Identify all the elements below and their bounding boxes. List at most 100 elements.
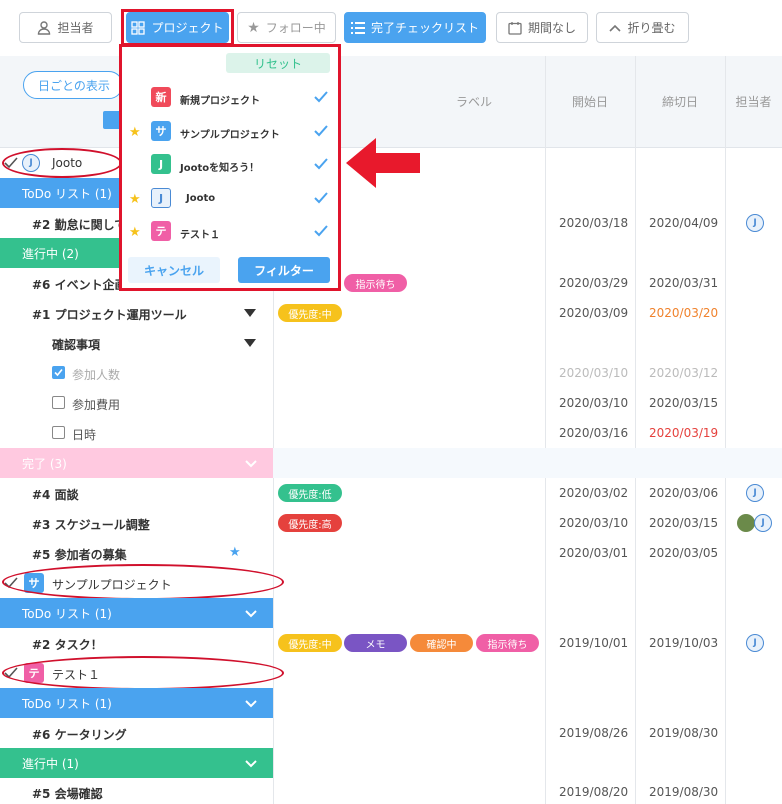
column-label-text: ラベル (455, 95, 492, 109)
group-header-in-progress[interactable]: 進行中 (1) (0, 748, 273, 778)
checklist-item[interactable]: 日時 2020/03/16 2020/03/19 (0, 418, 782, 448)
end-date: 2020/04/09 (649, 216, 719, 230)
project-name: Jootoを知ろう！ (180, 163, 260, 174)
tag-awaiting[interactable]: 指示待ち (476, 634, 539, 652)
end-date: 2020/03/06 (649, 486, 719, 500)
assignee-filter-button[interactable]: 担当者 (19, 12, 112, 43)
star-icon: ★ (129, 192, 141, 207)
assignee-filter-label: 担当者 (57, 21, 94, 35)
checklist-title: 確認事項 (52, 338, 101, 352)
assignee-avatar[interactable]: J (746, 214, 764, 232)
table-row[interactable]: #1 プロジェクト運用ツール 優先度:中 2020/03/09 2020/03/… (0, 298, 782, 328)
calendar-icon (508, 21, 522, 35)
done-row-shade (273, 448, 782, 478)
following-filter-button[interactable]: ★ フォロー中 (237, 12, 336, 43)
end-date: 2020/03/12 (649, 366, 719, 380)
start-date: 2020/03/10 (559, 396, 629, 410)
assignee-avatar[interactable]: J (754, 514, 772, 532)
project-badge: J (151, 188, 171, 208)
dropdown-item-new-project[interactable]: 新 新規プロジェクト (122, 85, 338, 113)
collapse-label: 折り畳む (627, 21, 676, 35)
table-row[interactable]: #2 タスク！ 優先度:中 メモ 確認中 指示待ち 2019/10/01 201… (0, 628, 782, 658)
filter-button[interactable]: フィルター (238, 257, 330, 283)
start-date: 2020/03/10 (559, 516, 629, 530)
table-row[interactable]: #5 会場確認 2019/08/20 2019/08/30 (0, 778, 782, 804)
reset-button[interactable]: リセット (226, 53, 330, 73)
project-badge: J (151, 154, 171, 174)
tag-awaiting[interactable]: 指示待ち (344, 274, 407, 292)
tag-priority-low[interactable]: 優先度:低 (278, 484, 342, 502)
cancel-button[interactable]: キャンセル (128, 257, 220, 283)
project-name: サンプルプロジェクト (180, 130, 280, 141)
group-header-todo[interactable]: ToDo リスト (1) (0, 598, 273, 628)
annotation-ellipse (2, 148, 122, 178)
tag-confirming[interactable]: 確認中 (410, 634, 473, 652)
column-assignee-text: 担当者 (735, 95, 772, 109)
checklist-item-label: 参加人数 (72, 368, 121, 382)
assignee-avatar[interactable]: J (746, 484, 764, 502)
cancel-label: キャンセル (143, 263, 204, 278)
checklist-item-label: 参加費用 (72, 398, 121, 412)
start-date: 2020/03/02 (559, 486, 629, 500)
project-name: Jooto (186, 193, 216, 204)
project-filter-dropdown: リセット 新 新規プロジェクト ★ サ サンプルプロジェクト J Jootoを知… (119, 44, 341, 291)
caret-down-icon[interactable] (244, 309, 256, 317)
star-icon[interactable]: ★ (229, 545, 241, 560)
end-date: 2020/03/15 (649, 396, 719, 410)
group-title: ToDo リスト (1) (22, 186, 112, 201)
group-header-todo[interactable]: ToDo リスト (1) (0, 688, 273, 718)
chevron-down-icon[interactable] (245, 757, 257, 769)
no-deadline-button[interactable]: 期間なし (496, 12, 588, 43)
checklist-header-row[interactable]: 確認事項 (0, 328, 782, 358)
collapse-button[interactable]: 折り畳む (596, 12, 689, 43)
group-header-done[interactable]: 完了 (3) (0, 448, 273, 478)
filter-label: フィルター (254, 263, 314, 278)
project-name: テスト１ (180, 230, 220, 241)
project-badge: サ (151, 121, 171, 141)
checklist-item[interactable]: 参加費用 2020/03/10 2020/03/15 (0, 388, 782, 418)
check-icon (314, 91, 328, 103)
end-date: 2020/03/20 (649, 306, 719, 320)
table-row[interactable]: #4 面談 優先度:低 2020/03/02 2020/03/06 J (0, 478, 782, 508)
chevron-down-icon[interactable] (245, 697, 257, 709)
end-date: 2019/08/30 (649, 726, 719, 740)
checkbox-checked[interactable] (52, 366, 65, 379)
table-row[interactable]: #3 スケジュール調整 優先度:高 2020/03/10 2020/03/15 … (0, 508, 782, 538)
chevron-down-icon[interactable] (245, 457, 257, 469)
caret-down-icon[interactable] (244, 339, 256, 347)
annotation-ellipse (2, 564, 284, 600)
checklist-item[interactable]: 参加人数 2020/03/10 2020/03/12 (0, 358, 782, 388)
column-header-assignee: 担当者 (725, 56, 782, 148)
tag-priority-mid[interactable]: 優先度:中 (278, 634, 342, 652)
checkbox-unchecked[interactable] (52, 396, 65, 409)
column-header-start: 開始日 (545, 56, 635, 148)
checkbox-unchecked[interactable] (52, 426, 65, 439)
table-row[interactable]: #6 イベント企画 指示待ち 2020/03/29 2020/03/31 (0, 268, 782, 298)
tag-memo[interactable]: メモ (344, 634, 407, 652)
view-by-day-button[interactable]: 日ごとの表示 (23, 71, 123, 99)
tag-priority-high[interactable]: 優先度:高 (278, 514, 342, 532)
chevron-down-icon[interactable] (245, 607, 257, 619)
column-start-text: 開始日 (571, 95, 608, 109)
task-title: #1 プロジェクト運用ツール (32, 308, 187, 322)
assignee-avatar[interactable]: J (746, 634, 764, 652)
annotation-arrow-icon (346, 138, 420, 188)
star-icon: ★ (247, 19, 260, 36)
user-photo-avatar[interactable] (737, 514, 755, 532)
dropdown-item-learn-jooto[interactable]: J Jootoを知ろう！ (122, 152, 338, 180)
task-title: #2 タスク！ (32, 638, 103, 652)
start-date: 2019/08/20 (559, 785, 629, 799)
dropdown-item-test[interactable]: ★ テ テスト１ (122, 219, 338, 247)
group-title: ToDo リスト (1) (22, 696, 112, 711)
end-date: 2020/03/15 (649, 516, 719, 530)
dropdown-item-sample-project[interactable]: ★ サ サンプルプロジェクト (122, 119, 338, 147)
checklist-button[interactable]: 完了チェックリスト (344, 12, 486, 43)
view-by-day-label: 日ごとの表示 (38, 78, 110, 93)
tag-priority-mid[interactable]: 優先度:中 (278, 304, 342, 322)
dropdown-item-jooto[interactable]: ★ J Jooto (122, 186, 338, 214)
start-date: 2020/03/10 (559, 366, 629, 380)
table-row[interactable]: #6 ケータリング 2019/08/26 2019/08/30 (0, 718, 782, 748)
project-badge: 新 (151, 87, 171, 107)
group-title: 進行中 (1) (22, 756, 79, 771)
table-row[interactable]: #2 勤怠に関して 2020/03/18 2020/04/09 J (0, 208, 782, 238)
